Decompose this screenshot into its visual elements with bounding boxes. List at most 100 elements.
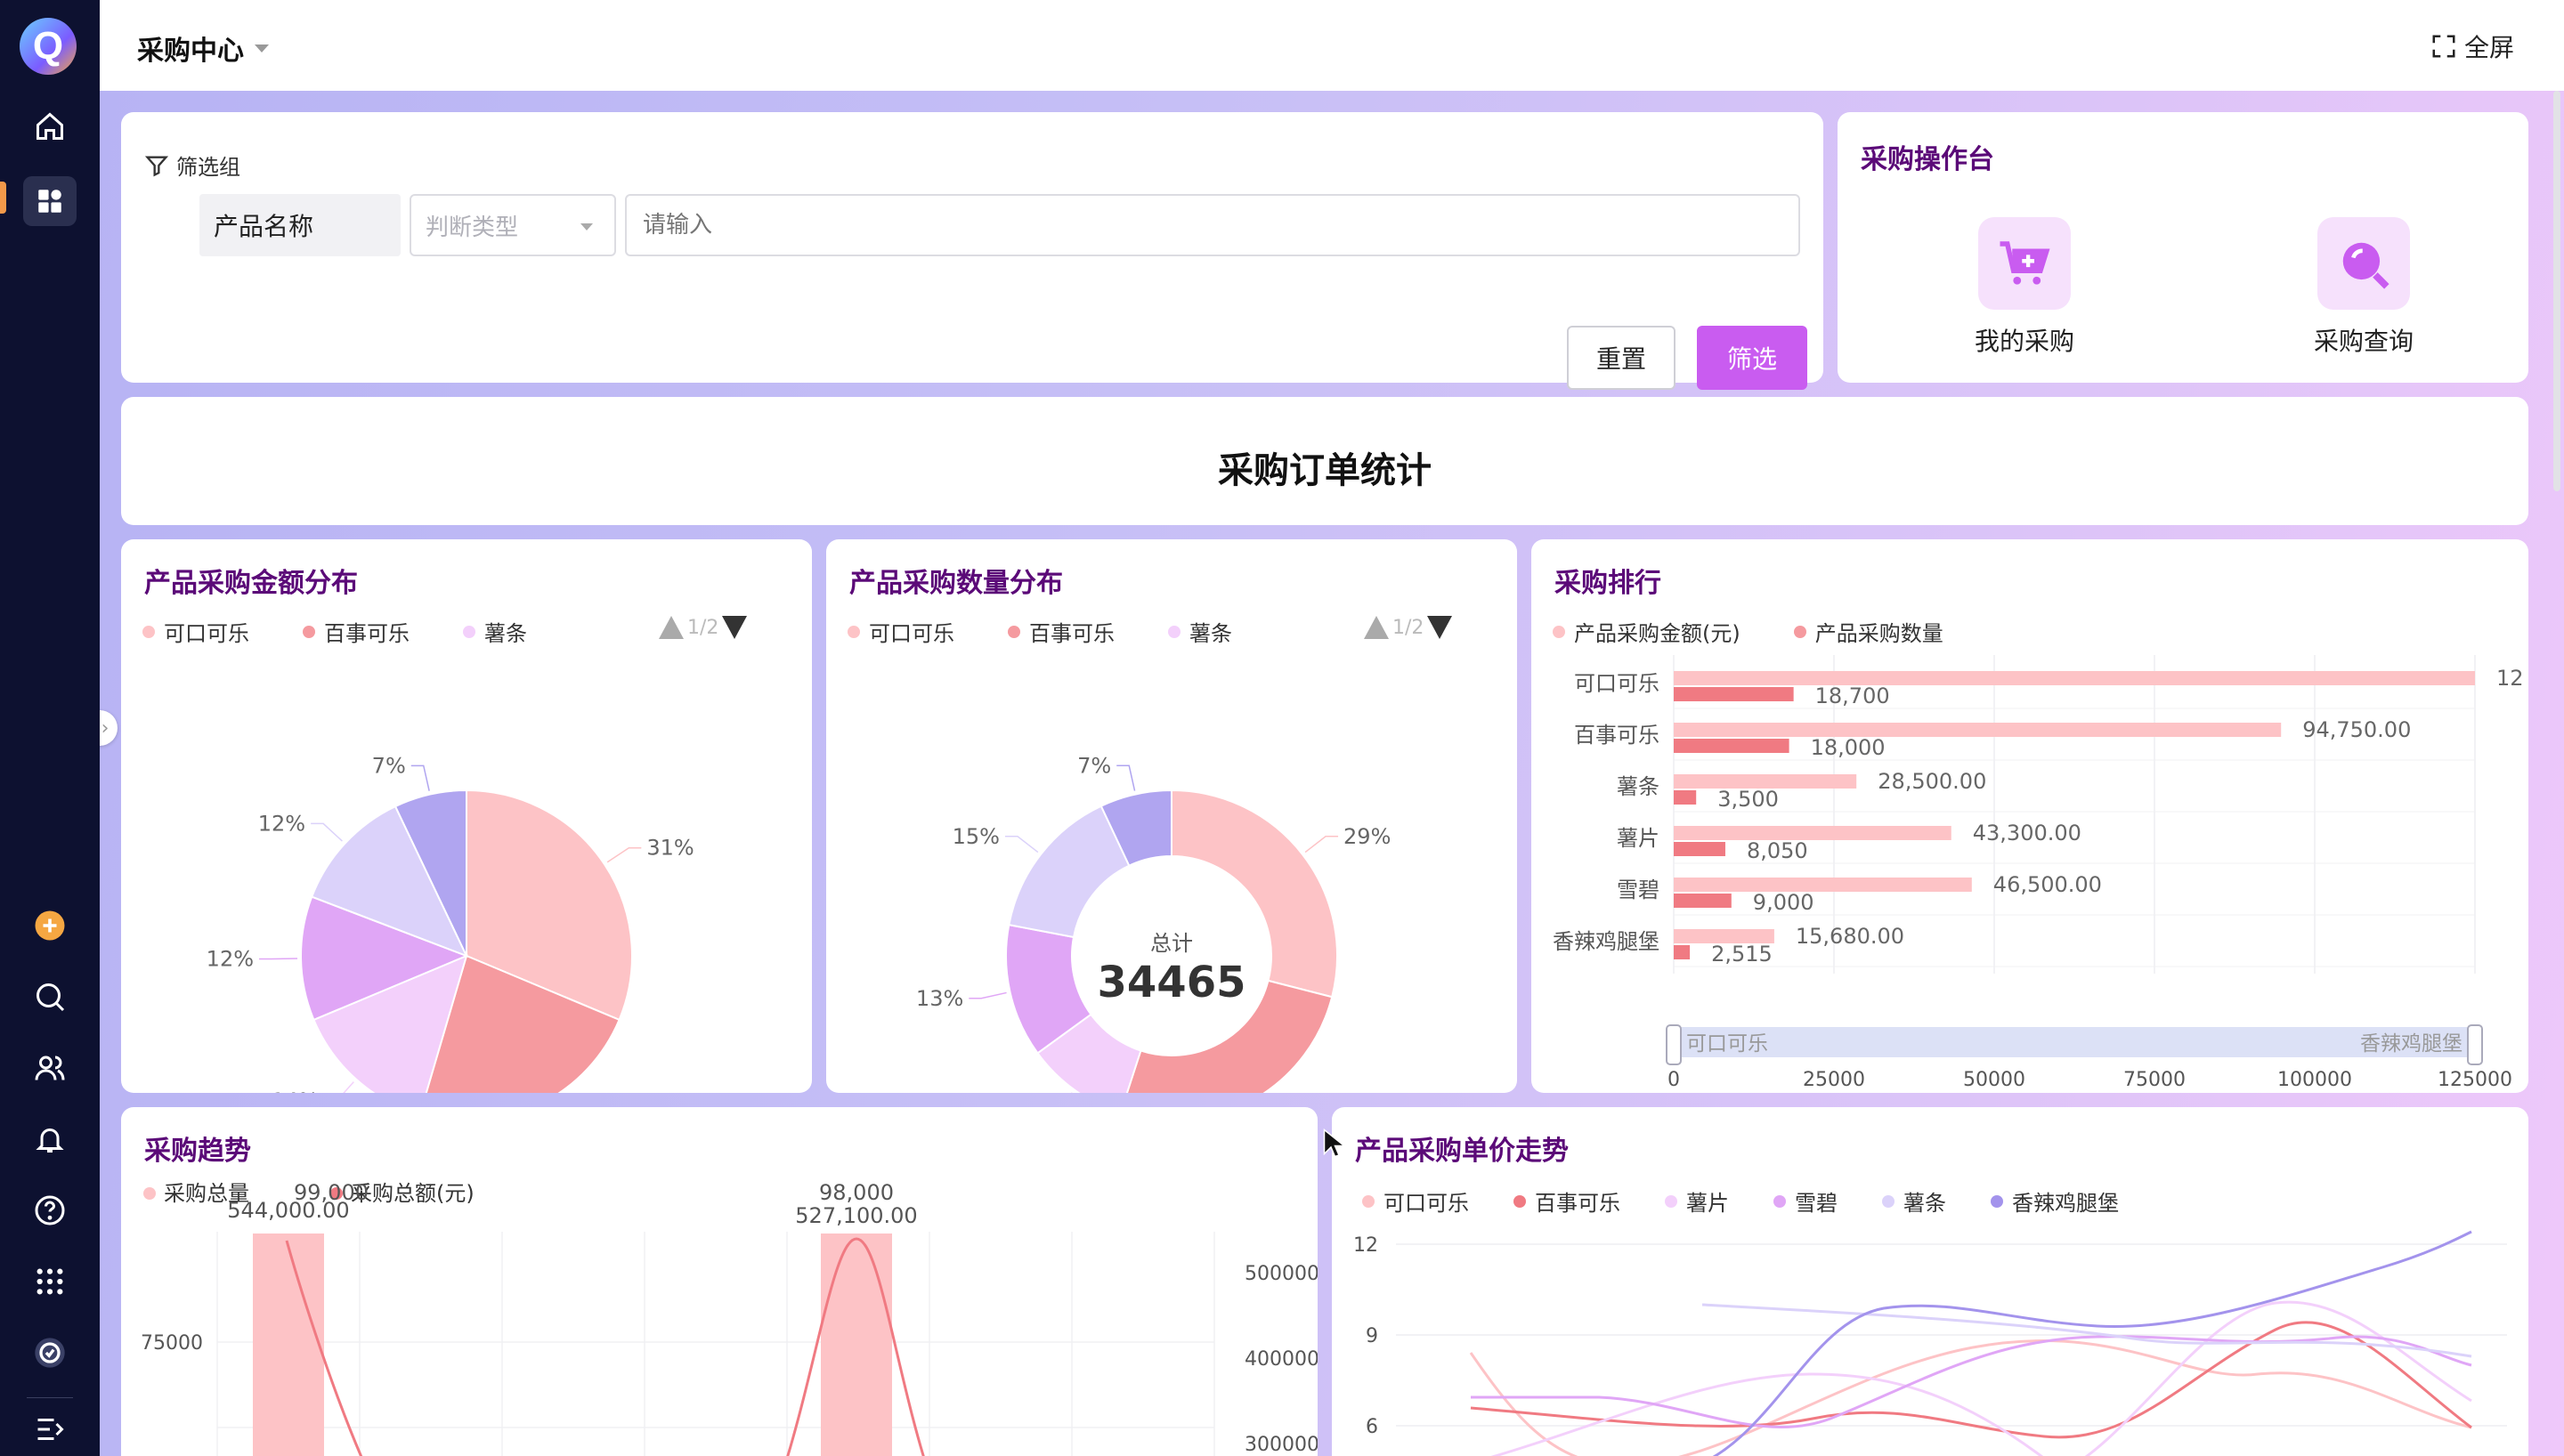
amount-data-label: 46,500.00 — [1993, 872, 2102, 897]
filter-group-header: 筛选组 — [144, 150, 240, 181]
zoom-handle-start — [1666, 1024, 1682, 1065]
my-purchase-action[interactable]: 我的采购 — [1953, 217, 2096, 358]
bar-qty-label: 98,000 — [819, 1180, 894, 1205]
qty-bar — [1674, 790, 1697, 805]
app-logo[interactable]: Q — [20, 18, 77, 75]
search-icon[interactable] — [30, 977, 69, 1016]
y-tick-label: 12 — [1353, 1234, 1378, 1257]
trend-card: 采购趋势 采购总量采购总额(元)750005000050000040000030… — [121, 1107, 1318, 1456]
qty-bar — [253, 1234, 324, 1456]
zoom-start-label: 可口可乐 — [1686, 1032, 1768, 1056]
chevron-down-icon — [255, 44, 269, 53]
x-tick-label: 25000 — [1803, 1069, 1865, 1091]
bar-amount-label: 527,100.00 — [795, 1203, 917, 1228]
pie-label-line — [606, 846, 642, 863]
bell-icon[interactable] — [30, 1120, 69, 1159]
y2-tick-label: 300000 — [1245, 1434, 1318, 1456]
settings-icon[interactable] — [30, 1333, 69, 1372]
scrollbar-thumb[interactable] — [2553, 91, 2560, 491]
purchase-console-card: 采购操作台 我的采购 采购查询 — [1838, 112, 2528, 383]
quantity-distribution-card: 产品采购数量分布 可口可乐 百事可乐 薯条 1/2 29%26%10%13%15… — [826, 539, 1517, 1093]
mouse-cursor-icon — [1323, 1128, 1344, 1158]
series-line — [1701, 1303, 2472, 1358]
filter-button[interactable]: 筛选 — [1697, 326, 1807, 390]
x-tick-label: 50000 — [1963, 1069, 2025, 1091]
pie-label-line — [410, 764, 430, 791]
qty-bar — [1674, 894, 1732, 908]
scrollbar[interactable] — [2552, 91, 2560, 1456]
amount-data-label: 15,680.00 — [1796, 924, 1904, 949]
zoom-end-label: 香辣鸡腿堡 — [2360, 1032, 2463, 1056]
purchase-query-action[interactable]: 采购查询 — [2292, 217, 2435, 358]
pie-label: 12% — [207, 946, 254, 971]
pie-label: 7% — [1077, 753, 1111, 778]
home-icon[interactable] — [30, 107, 69, 146]
sidebar-active-indicator — [0, 182, 6, 214]
donut-total-label: 总计 — [1150, 931, 1193, 956]
filter-card: 筛选组 产品名称 判断类型 重置 筛选 — [121, 112, 1823, 390]
pie-label: 31% — [646, 836, 694, 861]
pie-label-line — [1116, 764, 1136, 791]
amount-data-label: 94,750.00 — [2302, 717, 2411, 742]
amount-bar — [1674, 826, 1951, 840]
pie-label-line — [311, 822, 343, 842]
help-icon[interactable] — [30, 1191, 69, 1230]
expand-icon[interactable] — [30, 1410, 69, 1449]
zoom-range — [1674, 1027, 2475, 1057]
price-trend-chart: 12 9 6 — [1353, 1230, 2507, 1456]
reset-button[interactable]: 重置 — [1567, 326, 1676, 390]
pie-label: 29% — [1343, 824, 1391, 849]
pie-label: 15% — [953, 824, 1000, 849]
legend-dot — [143, 1187, 156, 1200]
qty-data-label: 3,500 — [1717, 787, 1779, 812]
stats-title: 采购订单统计 — [1218, 450, 1432, 491]
app-logo-text: Q — [32, 24, 64, 68]
category-label: 香辣鸡腿堡 — [1553, 929, 1659, 954]
pie-label: 14% — [272, 1088, 319, 1093]
qty-bar — [1674, 945, 1691, 959]
search-input[interactable] — [625, 194, 1800, 256]
page-title: 采购中心 — [137, 36, 244, 67]
amount-bar — [1674, 671, 2475, 685]
fullscreen-button[interactable]: 全屏 — [2430, 28, 2514, 64]
y-tick-label: 9 — [1366, 1325, 1378, 1347]
x-tick-label: 0 — [1667, 1069, 1680, 1091]
pie-label-line — [343, 1081, 354, 1093]
stats-title-card: 采购订单统计 — [121, 397, 2528, 525]
chevron-down-icon — [580, 223, 593, 231]
type-select[interactable]: 判断类型 — [410, 194, 616, 256]
dashboard-icon[interactable] — [23, 176, 77, 226]
page-switcher[interactable]: 采购中心 — [137, 28, 269, 68]
pie-label: 13% — [916, 986, 963, 1011]
amount-data-label: 28,500.00 — [1878, 769, 1986, 794]
amount-data-label: 43,300.00 — [1973, 821, 2081, 845]
qty-bar — [1674, 687, 1794, 701]
qty-data-label: 18,700 — [1815, 684, 1890, 708]
search-icon — [2317, 217, 2410, 310]
quantity-donut-chart: 29%26%10%13%15%7% — [916, 753, 1391, 1093]
x-tick-label: 125000 — [2438, 1069, 2512, 1091]
donut-total-value: 34465 — [1097, 958, 1246, 1007]
category-label: 雪碧 — [1617, 878, 1659, 902]
top-bar: 采购中心 全屏 — [100, 0, 2564, 92]
console-title: 采购操作台 — [1861, 144, 1994, 175]
ranking-bar-chart: 0 25000 50000 75000 100000 125000 可口可乐 12 18,700… — [1553, 655, 2524, 1091]
category-label: 薯条 — [1617, 774, 1659, 799]
price-trend-card: 产品采购单价走势 可口可乐 百事可乐 薯片 雪碧 薯条 香辣鸡腿堡 12 9 6 — [1332, 1107, 2528, 1456]
collapse-sidebar-button[interactable]: › — [100, 710, 118, 746]
chevron-right-icon: › — [101, 716, 110, 740]
bar-amount-label: 544,000.00 — [227, 1198, 349, 1223]
my-purchase-label: 我的采购 — [1974, 327, 2074, 356]
legend-label: 采购总额(元) — [351, 1181, 475, 1206]
add-icon[interactable] — [30, 906, 69, 945]
main-content: 筛选组 产品名称 判断类型 重置 筛选 采购操作台 我的采购 采购查询 采 — [100, 91, 2564, 1456]
qty-bar — [1674, 739, 1789, 753]
users-icon[interactable] — [30, 1048, 69, 1088]
cart-add-icon — [1978, 217, 2071, 310]
qty-bar — [821, 1234, 892, 1456]
apps-icon[interactable] — [30, 1262, 69, 1301]
pie-label: 12% — [258, 811, 305, 836]
amount-data-label: 12 — [2496, 666, 2524, 691]
zoom-handle-end — [2467, 1024, 2483, 1065]
filter-icon — [144, 156, 169, 176]
